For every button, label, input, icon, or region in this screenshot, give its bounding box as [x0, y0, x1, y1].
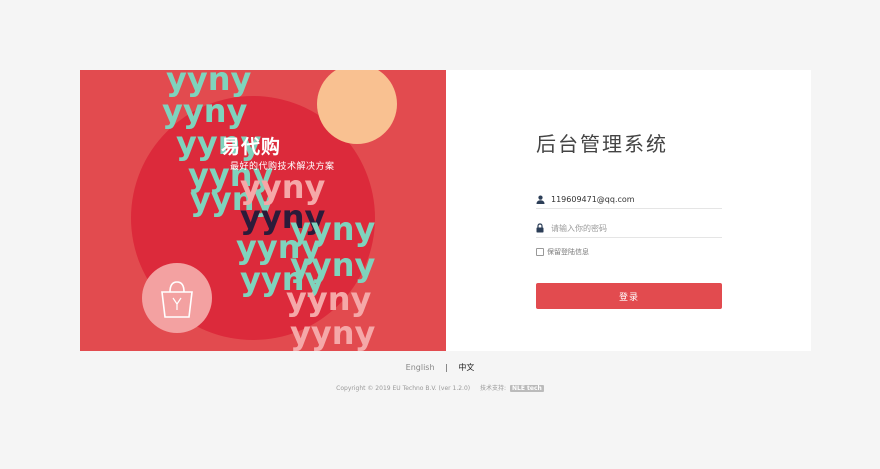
username-field[interactable] [536, 190, 722, 209]
pattern-text-12: yyny [286, 280, 372, 318]
copyright-text: Copyright © 2019 EU Techno B.V. (ver 1.2… [336, 385, 471, 392]
login-form: 后台管理系统 保留登陆信息 登录 [446, 70, 811, 351]
remember-me[interactable]: 保留登陆信息 [536, 247, 589, 257]
support-label: 技术支持: [480, 385, 507, 392]
brand-subtitle: 最好的代购技术解决方案 [230, 162, 335, 172]
user-icon [536, 194, 545, 204]
language-switcher: English | 中文 [0, 362, 880, 373]
pattern-text-11: yyny [290, 246, 376, 284]
lang-separator: | [445, 363, 448, 372]
support-logo[interactable]: NLE tech [510, 385, 544, 392]
pattern-text-9: yyny [290, 210, 376, 248]
login-button[interactable]: 登录 [536, 283, 722, 309]
username-input[interactable] [551, 194, 711, 204]
remember-checkbox[interactable] [536, 248, 544, 256]
hero-banner: yyny yyny yyny yyny yyny yyny yyny yyny … [80, 70, 446, 351]
remember-label: 保留登陆信息 [547, 248, 589, 256]
brand-title: 易代购 [221, 136, 282, 158]
bag-badge-circle [142, 263, 212, 333]
login-card: yyny yyny yyny yyny yyny yyny yyny yyny … [80, 70, 811, 351]
lang-english[interactable]: English [406, 363, 435, 372]
lang-chinese[interactable]: 中文 [458, 363, 474, 372]
footer: Copyright © 2019 EU Techno B.V. (ver 1.2… [0, 383, 880, 392]
hero-illustration: yyny yyny yyny yyny yyny yyny yyny yyny … [131, 70, 397, 351]
lock-icon [536, 223, 545, 233]
pattern-text-13: yyny [290, 314, 376, 351]
page-title: 后台管理系统 [536, 132, 668, 156]
password-input[interactable] [551, 223, 711, 233]
password-field[interactable] [536, 219, 722, 238]
